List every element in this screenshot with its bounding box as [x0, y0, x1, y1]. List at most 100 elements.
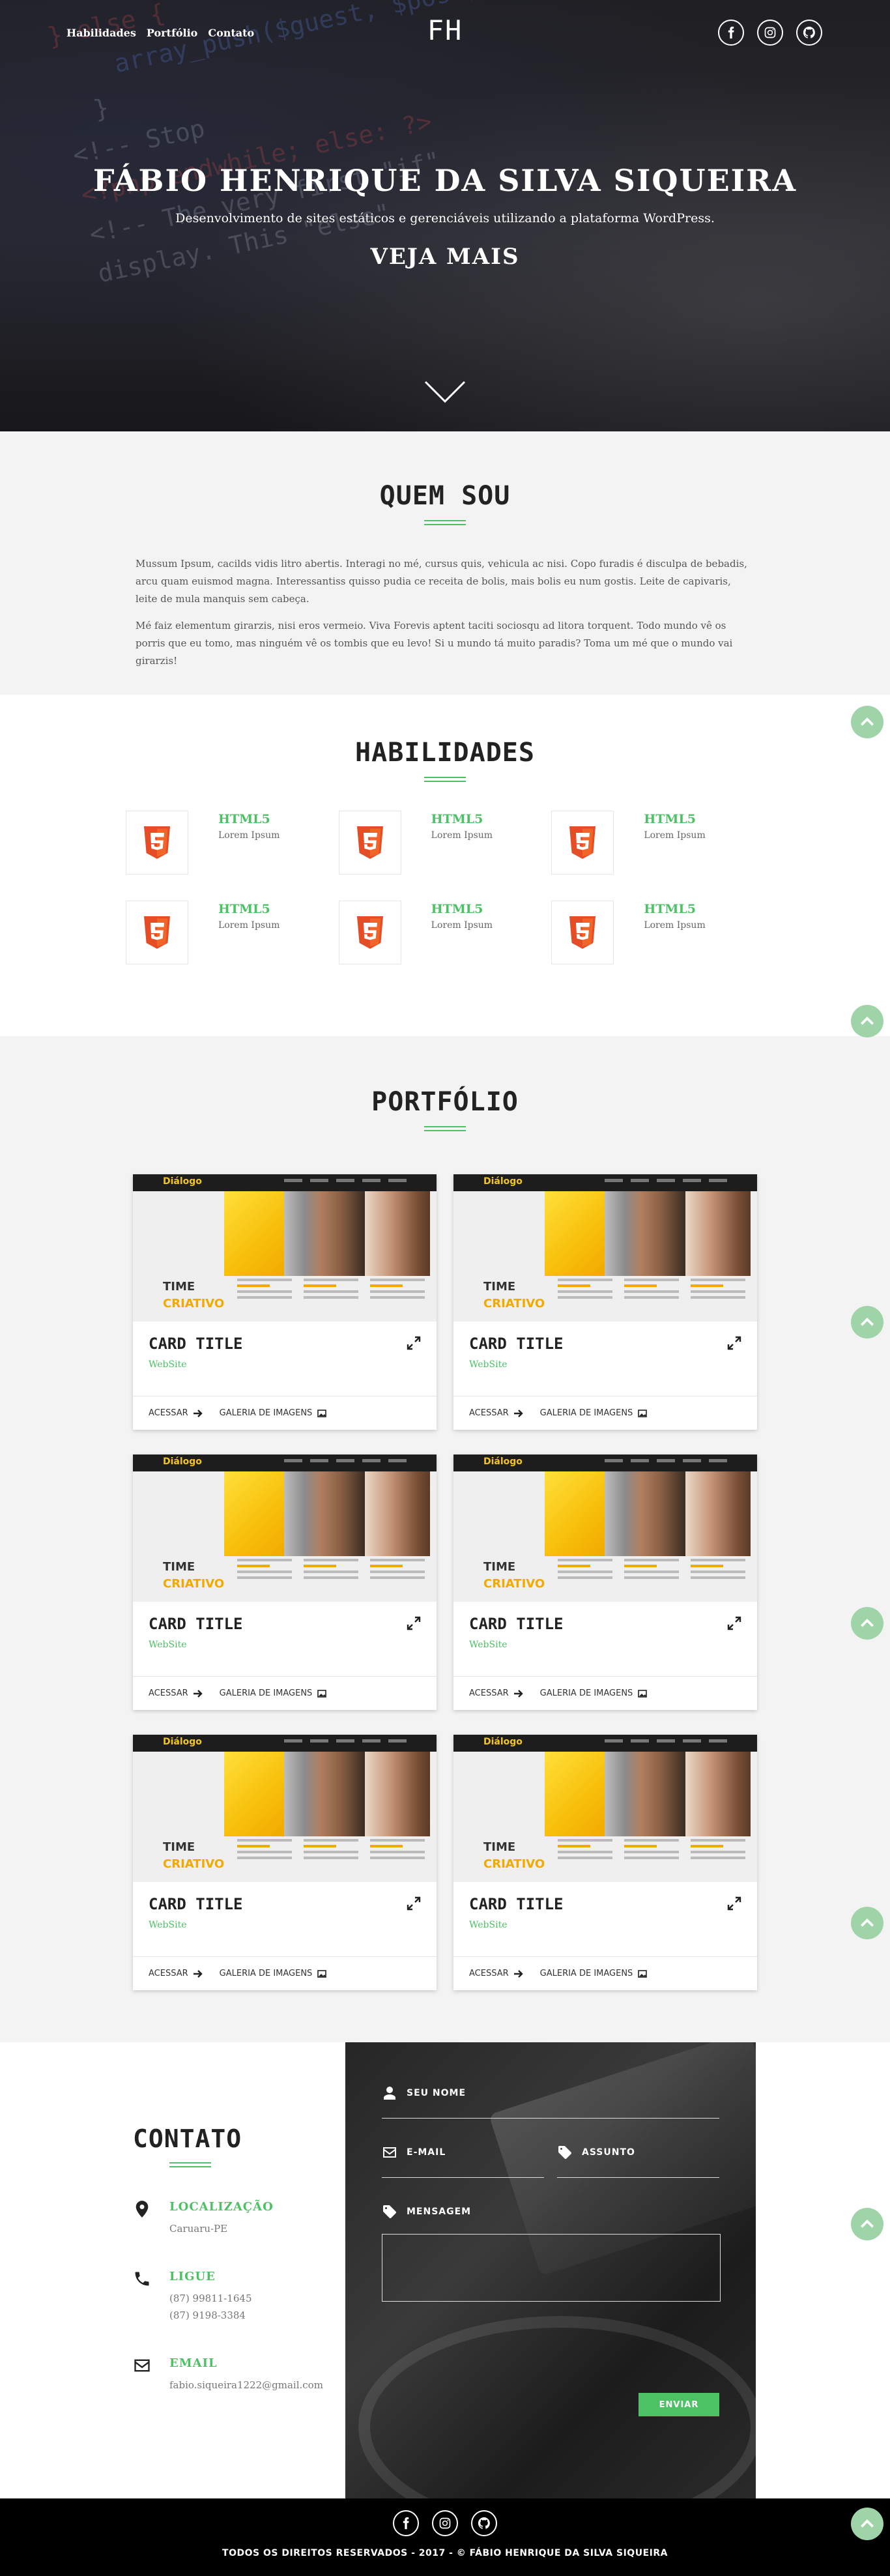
gallery-link[interactable]: GALERIA DE IMAGENS [540, 1688, 648, 1698]
message-field[interactable]: MENSAGEM [382, 2204, 721, 2302]
arrow-right-icon [193, 1689, 203, 1698]
portfolio-card: Diálogo TIME CRIATIVO CARD TITLE WebSite ACES… [133, 1454, 437, 1710]
email-field[interactable]: E-MAIL [382, 2145, 544, 2178]
message-textarea[interactable] [382, 2234, 721, 2302]
thumb-time: TIME [483, 1840, 516, 1854]
card-subtitle: WebSite [469, 1359, 508, 1370]
envelope-icon [383, 2147, 396, 2158]
site-logo[interactable]: FH [427, 14, 463, 46]
instagram-link[interactable] [432, 2510, 458, 2536]
back-to-top-button[interactable] [851, 2508, 883, 2540]
back-to-top-button[interactable] [851, 1306, 883, 1339]
see-more-button[interactable]: VEJA MAIS [370, 244, 519, 270]
title-underline [424, 520, 466, 525]
gallery-link[interactable]: GALERIA DE IMAGENS [540, 1969, 648, 1978]
skill-desc: Lorem Ipsum [644, 920, 706, 931]
tag-icon [383, 2205, 396, 2218]
image-icon [317, 1969, 327, 1978]
hero-subtitle: Desenvolvimento de sites estáticos e ger… [175, 211, 715, 225]
email-label: EMAIL [169, 2356, 218, 2370]
access-link[interactable]: ACESSAR [469, 1969, 523, 1978]
expand-icon[interactable] [727, 1896, 741, 1911]
thumb-time: TIME [483, 1280, 516, 1294]
subject-field[interactable]: ASSUNTO [557, 2145, 719, 2178]
expand-icon[interactable] [407, 1896, 421, 1911]
name-field[interactable]: SEU NOME [382, 2085, 719, 2119]
expand-icon[interactable] [407, 1616, 421, 1630]
contact-info: CONTATO LOCALIZAÇÃO Caruaru-PE LIGUE (87… [0, 2042, 345, 2498]
access-link[interactable]: ACESSAR [149, 1969, 203, 1978]
card-subtitle: WebSite [469, 1640, 508, 1650]
access-label: ACESSAR [149, 1688, 188, 1698]
gallery-link[interactable]: GALERIA DE IMAGENS [220, 1969, 327, 1978]
card-thumbnail[interactable]: Diálogo TIME CRIATIVO [453, 1174, 757, 1322]
portfolio-card: Diálogo TIME CRIATIVO CARD TITLE WebSite ACES… [133, 1174, 437, 1430]
arrow-right-icon [193, 1969, 203, 1978]
thumb-time: TIME [163, 1280, 195, 1294]
expand-icon[interactable] [407, 1336, 421, 1350]
phone-value: (87) 99811-1645 [169, 2293, 252, 2304]
skill-item: HTML5 Lorem Ipsum [338, 811, 552, 875]
back-to-top-button[interactable] [851, 706, 883, 738]
nav-link-portfolio[interactable]: Portfólio [147, 27, 197, 39]
footer-social-links [0, 2510, 890, 2536]
chevron-down-icon[interactable] [424, 381, 466, 404]
arrow-right-icon [513, 1969, 523, 1978]
card-subtitle: WebSite [469, 1920, 508, 1930]
nav-link-contato[interactable]: Contato [208, 27, 254, 39]
location-value: Caruaru-PE [169, 2223, 228, 2235]
gallery-label: GALERIA DE IMAGENS [539, 1969, 633, 1978]
back-to-top-button[interactable] [851, 1005, 883, 1037]
card-title: CARD TITLE [469, 1615, 564, 1633]
hero-section: } else { array_push($guest, $post); } <!… [0, 0, 890, 431]
thumb-creative: CRIATIVO [483, 1297, 545, 1310]
thumb-logo: Diálogo [163, 1456, 202, 1467]
footer-copyright: TODOS OS DIREITOS RESERVADOS - 2017 - © … [222, 2548, 668, 2558]
card-thumbnail[interactable]: Diálogo TIME CRIATIVO [133, 1454, 437, 1602]
gallery-link[interactable]: GALERIA DE IMAGENS [540, 1408, 648, 1418]
card-thumbnail[interactable]: Diálogo TIME CRIATIVO [133, 1174, 437, 1322]
access-link[interactable]: ACESSAR [149, 1408, 203, 1418]
instagram-link[interactable] [757, 20, 783, 46]
skill-name: HTML5 [218, 812, 270, 826]
email-input[interactable] [382, 2177, 544, 2178]
github-link[interactable] [471, 2510, 497, 2536]
gallery-link[interactable]: GALERIA DE IMAGENS [220, 1688, 327, 1698]
skills-grid: HTML5 Lorem Ipsum HTML5 Lorem Ipsum HTML5 Lor… [126, 811, 764, 964]
card-thumbnail[interactable]: Diálogo TIME CRIATIVO [133, 1735, 437, 1882]
back-to-top-button[interactable] [851, 1607, 883, 1640]
gallery-label: GALERIA DE IMAGENS [219, 1969, 313, 1978]
back-to-top-button[interactable] [851, 2208, 883, 2240]
github-link[interactable] [796, 20, 822, 46]
back-to-top-button[interactable] [851, 1907, 883, 1939]
facebook-link[interactable] [718, 20, 744, 46]
card-thumbnail[interactable]: Diálogo TIME CRIATIVO [453, 1735, 757, 1882]
subject-input[interactable] [557, 2177, 719, 2178]
access-label: ACESSAR [149, 1969, 188, 1978]
about-paragraph: Mussum Ipsum, cacilds vidis litro aberti… [136, 558, 747, 605]
html5-icon [569, 916, 596, 949]
gallery-link[interactable]: GALERIA DE IMAGENS [220, 1408, 327, 1418]
portfolio-card: Diálogo TIME CRIATIVO CARD TITLE WebSite ACES… [453, 1454, 757, 1710]
thumb-time: TIME [483, 1560, 516, 1574]
nav-link-habilidades[interactable]: Habilidades [66, 27, 136, 39]
access-link[interactable]: ACESSAR [469, 1688, 523, 1698]
card-thumbnail[interactable]: Diálogo TIME CRIATIVO [453, 1454, 757, 1602]
expand-icon[interactable] [727, 1336, 741, 1350]
card-subtitle: WebSite [149, 1640, 187, 1650]
facebook-link[interactable] [393, 2510, 419, 2536]
send-button[interactable]: ENVIAR [639, 2393, 719, 2416]
chevron-up-icon [860, 1317, 874, 1326]
message-label: MENSAGEM [407, 2207, 472, 2217]
arrow-right-icon [193, 1409, 203, 1417]
access-link[interactable]: ACESSAR [469, 1408, 523, 1418]
about-text: Mussum Ipsum, cacilds vidis litro aberti… [136, 555, 754, 670]
skill-icon-box [338, 901, 401, 964]
thumb-logo: Diálogo [483, 1176, 523, 1187]
name-input[interactable] [382, 2118, 719, 2119]
card-title: CARD TITLE [469, 1335, 564, 1353]
access-link[interactable]: ACESSAR [149, 1688, 203, 1698]
gallery-label: GALERIA DE IMAGENS [539, 1688, 633, 1698]
expand-icon[interactable] [727, 1616, 741, 1630]
thumb-creative: CRIATIVO [163, 1297, 225, 1310]
